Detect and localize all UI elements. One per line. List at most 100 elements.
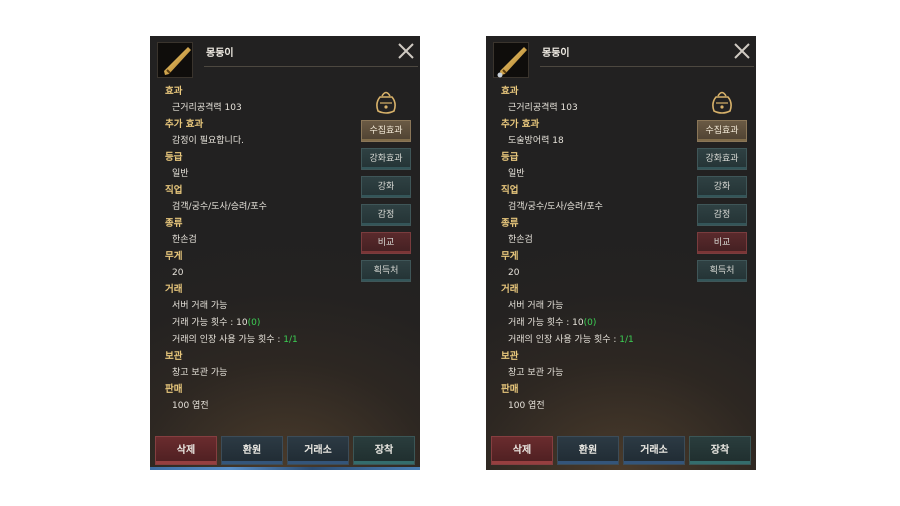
- pouch-icon[interactable]: [374, 89, 398, 115]
- section-header: 보관: [165, 351, 183, 362]
- section-weight: 무게 20: [501, 249, 701, 282]
- enhance-effect-button[interactable]: 강화효과: [361, 148, 411, 170]
- item-stats: 효과 근거리공격력 103 추가 효과 도술방어력 18 등급 일반 직업 검객…: [501, 84, 701, 415]
- equip-button[interactable]: 장착: [353, 436, 415, 465]
- seal-count-text: 거래의 인장 사용 가능 횟수 :: [508, 335, 620, 345]
- seal-count-value: 1/1: [619, 335, 634, 345]
- section-header: 거래: [165, 284, 183, 295]
- section-header: 직업: [165, 185, 183, 196]
- stat-row: 창고 보관 가능: [172, 368, 228, 378]
- title-divider: [204, 66, 418, 67]
- exchange-button[interactable]: 거래소: [287, 436, 349, 465]
- section-header: 효과: [501, 86, 519, 97]
- stat-row: 거래 가능 횟수 : 10(0): [501, 315, 701, 332]
- acquisition-button[interactable]: 획득처: [361, 260, 411, 282]
- collection-effect-button[interactable]: 수집효과: [361, 120, 411, 142]
- stat-row: 거래의 인장 사용 가능 횟수 : 1/1: [165, 332, 365, 349]
- acquisition-button[interactable]: 획득처: [697, 260, 747, 282]
- stat-row: 거래 가능 횟수 : 10(0): [165, 315, 365, 332]
- delete-button[interactable]: 삭제: [491, 436, 553, 465]
- section-type: 종류 한손검: [165, 216, 365, 249]
- section-header: 무게: [165, 251, 183, 262]
- exchange-button[interactable]: 거래소: [623, 436, 685, 465]
- section-header: 판매: [501, 384, 519, 395]
- close-icon[interactable]: [732, 41, 752, 61]
- seal-count-text: 거래의 인장 사용 가능 횟수 :: [172, 335, 284, 345]
- pouch-icon[interactable]: [710, 89, 734, 115]
- section-header: 무게: [501, 251, 519, 262]
- stat-row: 거래의 인장 사용 가능 횟수 : 1/1: [501, 332, 701, 349]
- stat-row: 창고 보관 가능: [508, 368, 564, 378]
- section-trade: 거래 서버 거래 가능 거래 가능 횟수 : 10(0) 거래의 인장 사용 가…: [165, 282, 365, 349]
- section-trade: 거래 서버 거래 가능 거래 가능 횟수 : 10(0) 거래의 인장 사용 가…: [501, 282, 701, 349]
- stat-row: 검객/궁수/도사/승려/포수: [172, 202, 267, 212]
- section-effect: 효과 근거리공격력 103: [501, 84, 701, 117]
- restore-button[interactable]: 환원: [557, 436, 619, 465]
- compare-button[interactable]: 비교: [697, 232, 747, 254]
- trade-count-text: 거래 가능 횟수 : 10: [172, 318, 248, 328]
- item-stats: 효과 근거리공격력 103 추가 효과 감정이 필요합니다. 등급 일반 직업 …: [165, 84, 365, 415]
- section-sell: 판매 100 엽전: [501, 382, 701, 415]
- compare-button[interactable]: 비교: [361, 232, 411, 254]
- section-extra-effect: 추가 효과 도술방어력 18: [501, 117, 701, 150]
- stat-row: 근거리공격력 103: [508, 103, 578, 113]
- club-weapon-icon: [157, 42, 193, 78]
- section-class: 직업 검객/궁수/도사/승려/포수: [501, 183, 701, 216]
- stat-row: 20: [508, 268, 520, 278]
- collection-effect-button[interactable]: 수집효과: [697, 120, 747, 142]
- stat-row: 서버 거래 가능: [172, 301, 228, 311]
- stat-row: 도술방어력 18: [508, 136, 564, 146]
- stat-row: 서버 거래 가능: [508, 301, 564, 311]
- close-icon[interactable]: [396, 41, 416, 61]
- stat-row: 감정이 필요합니다.: [172, 136, 244, 146]
- delete-button[interactable]: 삭제: [155, 436, 217, 465]
- bottom-strip: [150, 467, 420, 470]
- section-header: 종류: [165, 218, 183, 229]
- appraise-button[interactable]: 감정: [361, 204, 411, 226]
- item-name: 몽둥이: [542, 48, 570, 59]
- item-name: 몽둥이: [206, 48, 234, 59]
- item-tooltip-panel-left: 몽둥이 효과 근거리공격력 103 추가 효과 감정이 필요합니다. 등급 일반…: [150, 36, 420, 470]
- enhance-effect-button[interactable]: 강화효과: [697, 148, 747, 170]
- stat-row: 100 엽전: [508, 401, 545, 411]
- section-storage: 보관 창고 보관 가능: [501, 349, 701, 382]
- section-header: 판매: [165, 384, 183, 395]
- section-header: 효과: [165, 86, 183, 97]
- stat-row: 근거리공격력 103: [172, 103, 242, 113]
- section-grade: 등급 일반: [501, 150, 701, 183]
- enhance-button[interactable]: 강화: [361, 176, 411, 198]
- section-grade: 등급 일반: [165, 150, 365, 183]
- section-header: 종류: [501, 218, 519, 229]
- stat-row: 한손검: [172, 235, 197, 245]
- section-effect: 효과 근거리공격력 103: [165, 84, 365, 117]
- club-weapon-icon: [493, 42, 529, 78]
- title-divider: [540, 66, 754, 67]
- trade-count-remaining: (0): [247, 318, 261, 328]
- section-header: 등급: [501, 152, 519, 163]
- stat-row: 일반: [508, 169, 525, 179]
- restore-button[interactable]: 환원: [221, 436, 283, 465]
- item-tooltip-panel-right: 몽둥이 효과 근거리공격력 103 추가 효과 도술방어력 18 등급 일반 직…: [486, 36, 756, 470]
- section-header: 추가 효과: [165, 119, 204, 130]
- section-weight: 무게 20: [165, 249, 365, 282]
- section-header: 등급: [165, 152, 183, 163]
- stat-row: 100 엽전: [172, 401, 209, 411]
- stat-row: 검객/궁수/도사/승려/포수: [508, 202, 603, 212]
- stat-row: 일반: [172, 169, 189, 179]
- section-header: 추가 효과: [501, 119, 540, 130]
- equip-button[interactable]: 장착: [689, 436, 751, 465]
- section-class: 직업 검객/궁수/도사/승려/포수: [165, 183, 365, 216]
- stat-row: 20: [172, 268, 184, 278]
- trade-count-text: 거래 가능 횟수 : 10: [508, 318, 584, 328]
- enhance-button[interactable]: 강화: [697, 176, 747, 198]
- section-header: 보관: [501, 351, 519, 362]
- seal-count-value: 1/1: [283, 335, 298, 345]
- section-type: 종류 한손검: [501, 216, 701, 249]
- stat-row: 한손검: [508, 235, 533, 245]
- section-header: 직업: [501, 185, 519, 196]
- section-header: 거래: [501, 284, 519, 295]
- section-extra-effect: 추가 효과 감정이 필요합니다.: [165, 117, 365, 150]
- appraise-button[interactable]: 감정: [697, 204, 747, 226]
- trade-count-remaining: (0): [583, 318, 597, 328]
- section-storage: 보관 창고 보관 가능: [165, 349, 365, 382]
